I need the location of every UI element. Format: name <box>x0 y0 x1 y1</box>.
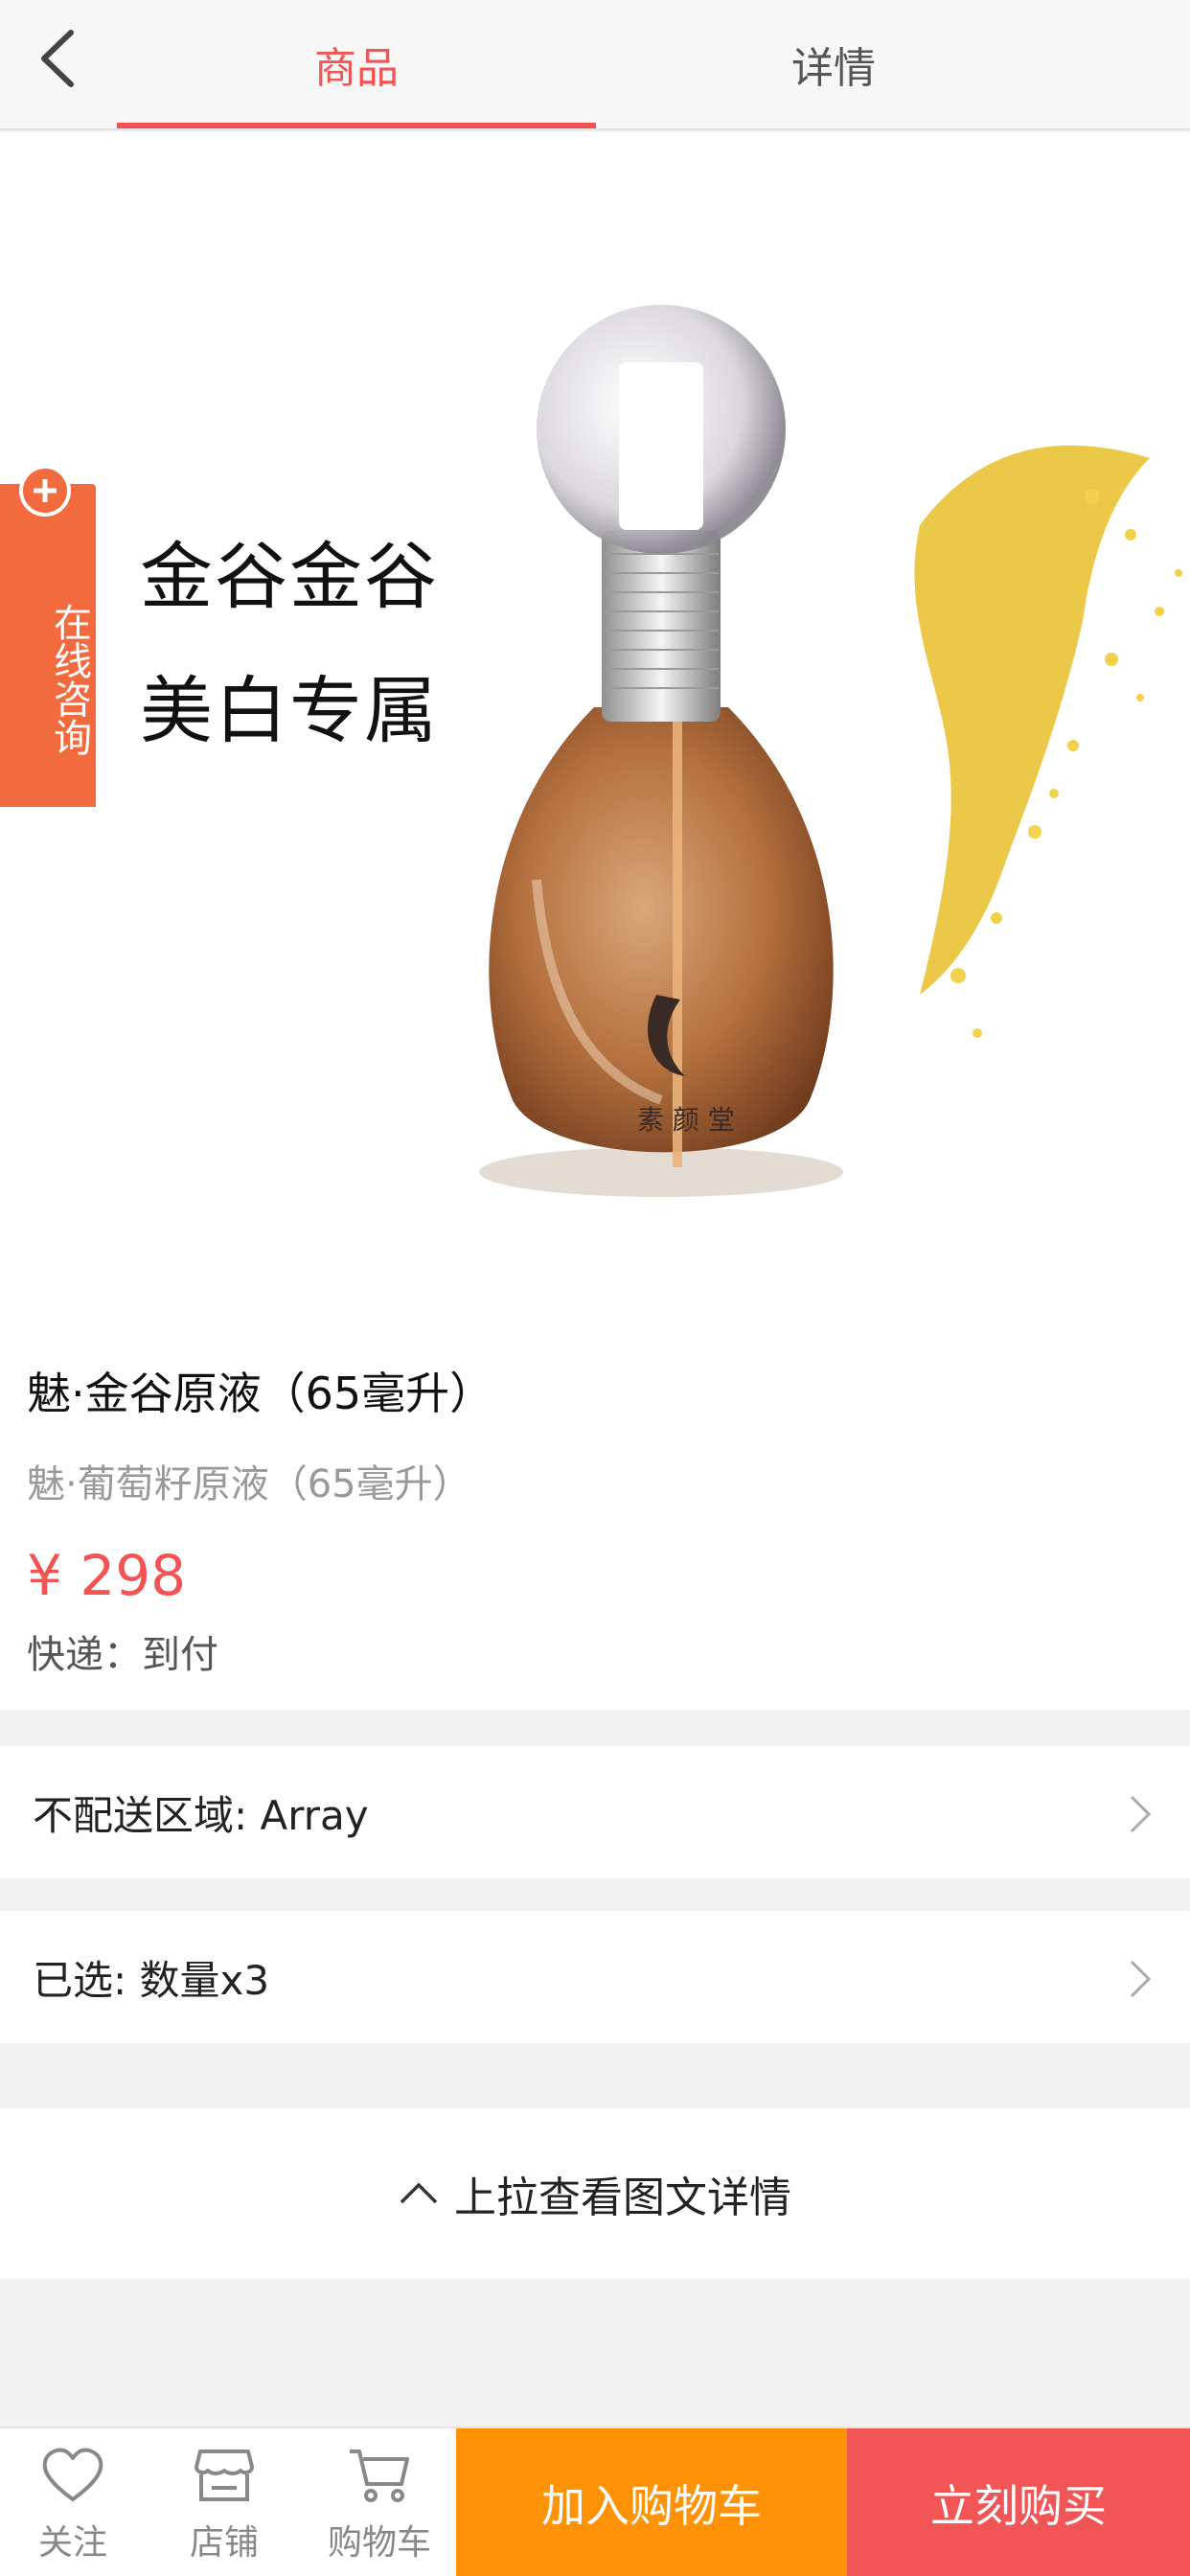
online-consult-label: 在线咨询 <box>47 603 91 756</box>
product-subtitle: 魅·葡萄籽原液（65毫升） <box>27 1462 471 1506</box>
selected-spec-label: 已选: 数量x3 <box>33 1956 270 2004</box>
product-price: ¥ 298 <box>27 1543 187 1608</box>
active-tab-indicator <box>117 123 596 128</box>
shop-icon <box>195 2450 254 2501</box>
svg-text:素 颜 堂: 素 颜 堂 <box>637 1104 735 1136</box>
chevron-right-icon <box>1130 1795 1152 1833</box>
shop-label: 店铺 <box>189 2523 259 2563</box>
chevron-left-icon <box>41 30 74 87</box>
plus-icon <box>19 465 71 517</box>
hero-caption-line1: 金谷金谷 <box>140 534 439 619</box>
online-consult-button[interactable]: 在线咨询 <box>0 465 96 807</box>
product-info-section: 魅·金谷原液（65毫升） 魅·葡萄籽原液（65毫升） ¥ 298 快递：到付 <box>0 1330 1190 1710</box>
heart-icon <box>42 2448 103 2501</box>
product-title: 魅·金谷原液（65毫升） <box>27 1368 494 1419</box>
buy-now-button[interactable]: 立刻购买 <box>847 2428 1190 2576</box>
tab-details[interactable]: 详情 <box>594 0 1073 128</box>
selected-spec-row[interactable]: 已选: 数量x3 <box>0 1911 1190 2043</box>
bottom-action-bar: 关注 店铺 购物车 加入购物车 立刻购买 <box>0 2426 1190 2576</box>
pull-up-details[interactable]: 上拉查看图文详情 <box>0 2108 1190 2279</box>
no-delivery-region-label: 不配送区域: Array <box>33 1791 369 1839</box>
cart-label: 购物车 <box>327 2523 431 2563</box>
product-bottle-image: 素 颜 堂 <box>479 305 1182 1197</box>
shipping-info: 快递：到付 <box>27 1633 218 1677</box>
pull-up-label: 上拉查看图文详情 <box>454 2174 791 2222</box>
chevron-up-icon <box>399 2181 439 2206</box>
product-image[interactable]: 素 颜 堂 金谷金谷 美白专属 <box>0 132 1190 1330</box>
cart-icon <box>350 2450 409 2502</box>
top-nav-bar: 商品 详情 <box>0 0 1190 130</box>
cart-button[interactable]: 购物车 <box>303 2428 456 2576</box>
shop-button[interactable]: 店铺 <box>148 2428 301 2576</box>
no-delivery-region-row[interactable]: 不配送区域: Array <box>0 1746 1190 1878</box>
follow-button[interactable]: 关注 <box>0 2428 149 2576</box>
tab-goods[interactable]: 商品 <box>117 0 596 128</box>
add-to-cart-button[interactable]: 加入购物车 <box>456 2428 847 2576</box>
hero-caption-line2: 美白专属 <box>140 668 439 753</box>
chevron-right-icon <box>1130 1960 1152 1998</box>
back-button[interactable] <box>29 25 86 92</box>
follow-label: 关注 <box>37 2523 107 2563</box>
